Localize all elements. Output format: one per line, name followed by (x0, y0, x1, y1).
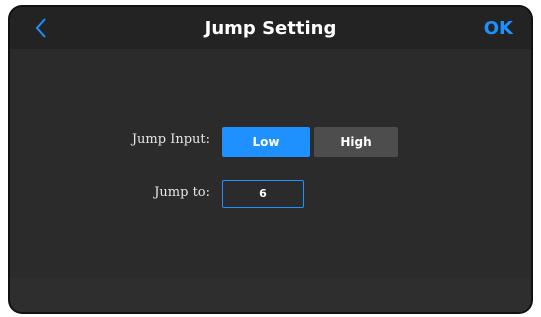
device-frame: Jump Setting OK Jump Input: Low High Jum… (8, 5, 533, 314)
page-title: Jump Setting (204, 18, 337, 39)
screen: Jump Setting OK Jump Input: Low High Jum… (10, 7, 531, 312)
low-option-button[interactable]: Low (222, 127, 310, 157)
jump-to-label: Jump to: (154, 185, 210, 200)
jump-to-input[interactable]: 6 (222, 180, 304, 208)
header-bar: Jump Setting OK (10, 7, 531, 49)
high-option-button[interactable]: High (314, 127, 398, 157)
ok-button[interactable]: OK (484, 7, 513, 49)
jump-input-label: Jump Input: (131, 132, 210, 147)
footer-bar (10, 278, 531, 312)
